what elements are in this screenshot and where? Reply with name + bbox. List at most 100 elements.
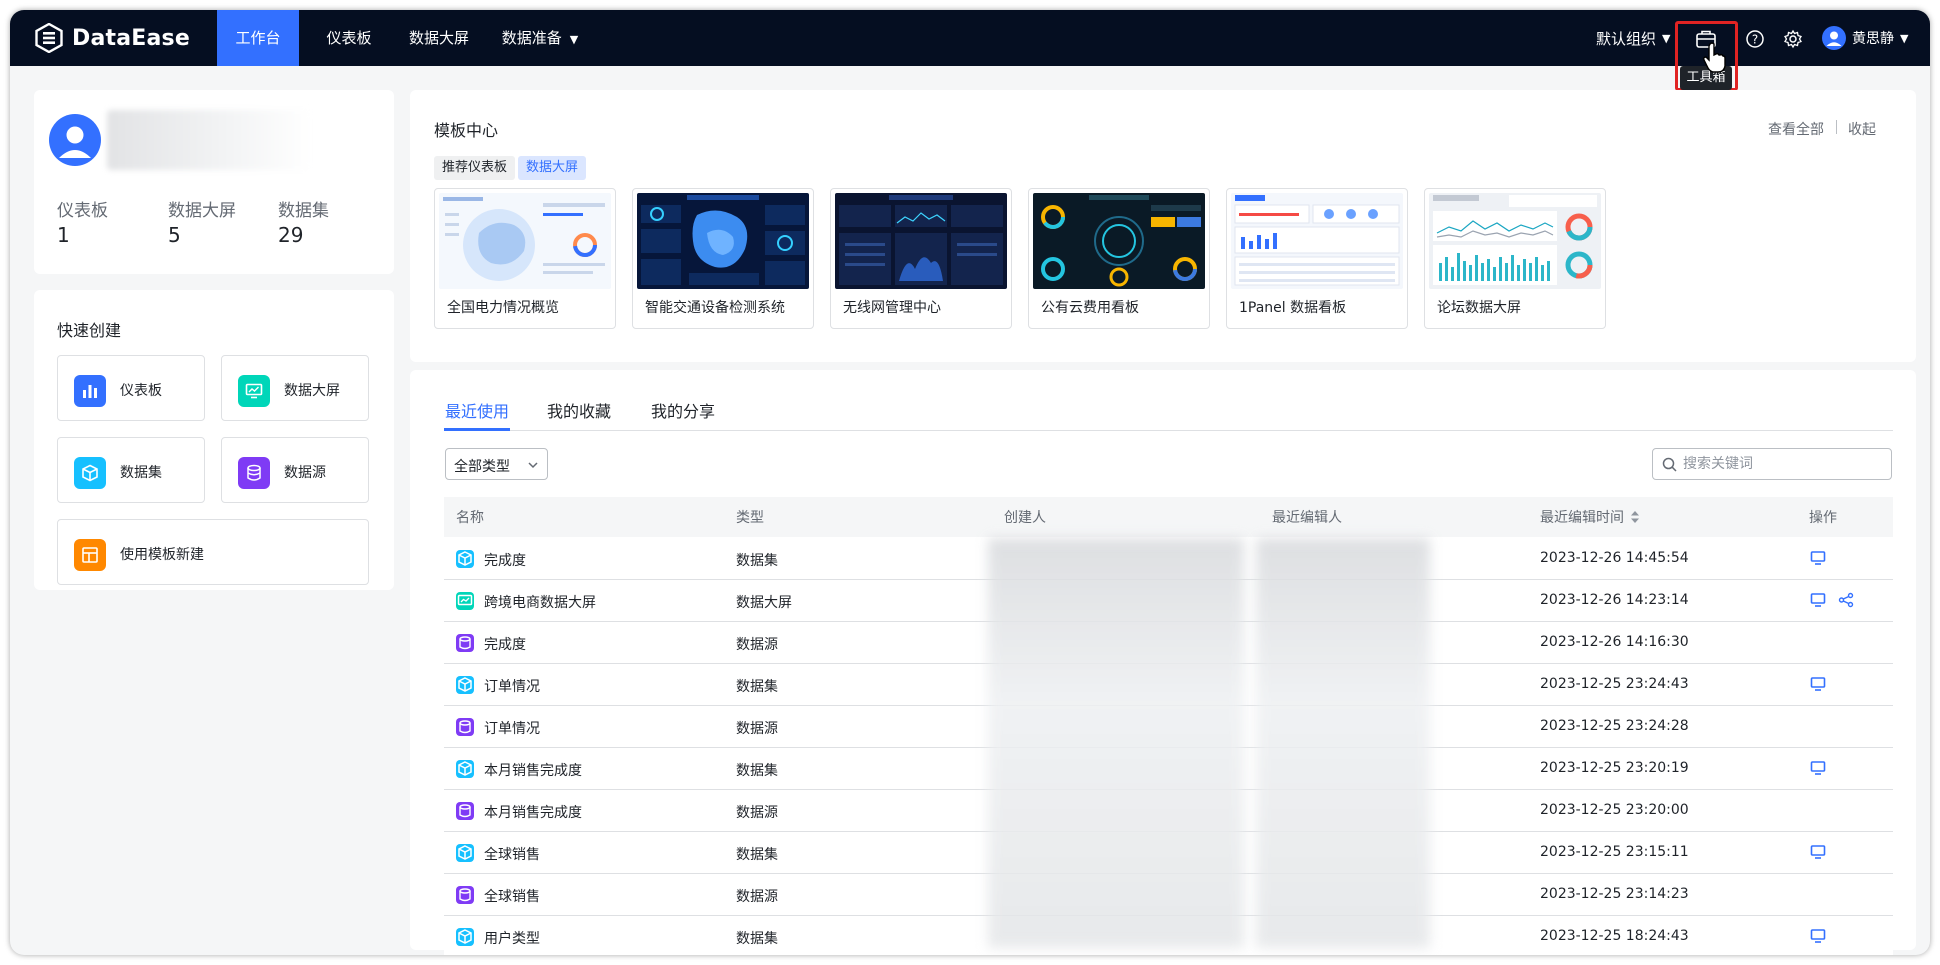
row-name[interactable]: 全球销售 (484, 886, 540, 906)
nav-data-screen[interactable]: 数据大屏 (399, 10, 479, 66)
help-icon[interactable]: ? (1745, 29, 1765, 49)
nav-workbench[interactable]: 工作台 (217, 10, 299, 66)
row-type: 数据集 (736, 679, 778, 695)
logo[interactable]: DataEase (34, 22, 190, 54)
row-type: 数据源 (736, 637, 778, 653)
profile-name-redacted (107, 110, 312, 170)
template-card[interactable]: 公有云费用看板 (1028, 188, 1210, 329)
create-data-screen-button[interactable]: 数据大屏 (221, 355, 369, 421)
cube-icon (74, 457, 106, 489)
collapse-link[interactable]: 收起 (1848, 119, 1876, 139)
preview-monitor-icon[interactable] (1810, 676, 1826, 692)
row-name[interactable]: 全球销售 (484, 844, 540, 864)
header-last-edit-time[interactable]: 最近编辑时间 (1540, 507, 1624, 527)
row-name[interactable]: 订单情况 (484, 718, 540, 738)
template-name: 论坛数据大屏 (1437, 300, 1521, 316)
template-card[interactable]: 论坛数据大屏 (1424, 188, 1606, 329)
tab-shares[interactable]: 我的分享 (651, 398, 715, 422)
divider (1836, 120, 1837, 134)
template-card[interactable]: 无线网管理中心 (830, 188, 1012, 329)
nav-label: 仪表板 (326, 29, 372, 47)
template-center-title: 模板中心 (434, 121, 499, 140)
nav-label: 工作台 (235, 29, 281, 47)
share-icon[interactable] (1838, 592, 1854, 608)
nav-data-prep[interactable]: 数据准备 ▼ (495, 10, 585, 66)
user-menu[interactable]: 黄思静 ▼ (1822, 10, 1908, 66)
row-name[interactable]: 本月销售完成度 (484, 802, 582, 822)
quick-create-title: 快速创建 (57, 321, 122, 340)
row-type: 数据源 (736, 889, 778, 905)
tab-recent[interactable]: 最近使用 (445, 398, 509, 422)
row-name[interactable]: 完成度 (484, 634, 526, 654)
top-nav-bar: DataEase 工作台 仪表板 数据大屏 数据准备 ▼ 默认组织 ▼ ? 黄思… (10, 10, 1930, 66)
template-name: 全国电力情况概览 (447, 300, 559, 316)
template-card[interactable]: 智能交通设备检测系统 (632, 188, 814, 329)
hand-cursor-icon (1703, 42, 1726, 73)
header-actions: 操作 (1809, 510, 1837, 526)
row-name[interactable]: 跨境电商数据大屏 (484, 592, 596, 612)
caret-down-icon: ▼ (1900, 31, 1909, 45)
row-edit-time: 2023-12-26 14:16:30 (1540, 634, 1689, 650)
row-name[interactable]: 订单情况 (484, 676, 540, 696)
org-switcher[interactable]: 默认组织 ▼ (1596, 10, 1670, 66)
preview-monitor-icon[interactable] (1810, 760, 1826, 776)
template-icon (74, 539, 106, 571)
cube-icon (456, 550, 474, 568)
row-name[interactable]: 本月销售完成度 (484, 760, 582, 780)
preview-monitor-icon[interactable] (1810, 592, 1826, 608)
create-datasource-button[interactable]: 数据源 (221, 437, 369, 503)
view-all-link[interactable]: 查看全部 (1768, 119, 1824, 139)
template-name: 公有云费用看板 (1041, 300, 1139, 316)
stat-value-dashboard: 1 (57, 223, 70, 247)
type-filter-select[interactable]: 全部类型 (445, 448, 548, 480)
bar-chart-icon (74, 375, 106, 407)
creator-column-redacted (988, 538, 1244, 948)
app-name: DataEase (72, 25, 190, 51)
database-icon (238, 457, 270, 489)
row-type: 数据集 (736, 763, 778, 779)
create-from-template-button[interactable]: 使用模板新建 (57, 519, 369, 585)
sort-icon[interactable] (1630, 510, 1640, 524)
row-edit-time: 2023-12-25 23:24:43 (1540, 676, 1689, 692)
row-name[interactable]: 用户类型 (484, 928, 540, 948)
active-tab-indicator (444, 428, 510, 431)
user-name: 黄思静 (1852, 31, 1894, 47)
header-creator: 创建人 (1004, 510, 1046, 526)
tabs-divider (444, 430, 1893, 431)
row-name[interactable]: 完成度 (484, 550, 526, 570)
template-thumbnail (1033, 193, 1205, 289)
preview-monitor-icon[interactable] (1810, 550, 1826, 566)
quick-create-label: 仪表板 (120, 383, 162, 399)
caret-down-icon: ▼ (569, 33, 579, 46)
nav-label: 数据大屏 (408, 29, 469, 47)
preview-monitor-icon[interactable] (1810, 928, 1826, 944)
settings-gear-icon[interactable] (1783, 29, 1803, 49)
row-type: 数据源 (736, 721, 778, 737)
tab-favorites[interactable]: 我的收藏 (547, 398, 611, 422)
org-name: 默认组织 (1596, 29, 1657, 48)
chevron-down-icon (528, 462, 538, 469)
create-dataset-button[interactable]: 数据集 (57, 437, 205, 503)
row-type: 数据大屏 (736, 595, 792, 611)
search-input[interactable] (1683, 454, 1883, 474)
table-header: 名称 类型 创建人 最近编辑人 最近编辑时间 操作 (444, 497, 1893, 537)
preview-monitor-icon[interactable] (1810, 844, 1826, 860)
editor-column-redacted (1256, 538, 1430, 948)
quick-create-label: 数据大屏 (284, 383, 340, 399)
template-thumbnail (637, 193, 809, 289)
create-dashboard-button[interactable]: 仪表板 (57, 355, 205, 421)
tag-recommended-dashboard[interactable]: 推荐仪表板 (434, 156, 516, 180)
row-edit-time: 2023-12-25 23:20:00 (1540, 802, 1689, 818)
nav-dashboard[interactable]: 仪表板 (315, 10, 383, 66)
template-card[interactable]: 全国电力情况概览 (434, 188, 616, 329)
tag-data-screen[interactable]: 数据大屏 (518, 156, 587, 180)
row-type: 数据集 (736, 847, 778, 863)
svg-text:?: ? (1752, 33, 1758, 47)
stat-label-dashboard: 仪表板 (57, 201, 108, 221)
header-name: 名称 (456, 510, 484, 526)
stat-value-dataset: 29 (278, 223, 304, 247)
row-edit-time: 2023-12-25 23:14:23 (1540, 886, 1689, 902)
template-card[interactable]: 1Panel 数据看板 (1226, 188, 1408, 329)
quick-create-label: 数据集 (120, 465, 162, 481)
profile-avatar (49, 114, 101, 166)
